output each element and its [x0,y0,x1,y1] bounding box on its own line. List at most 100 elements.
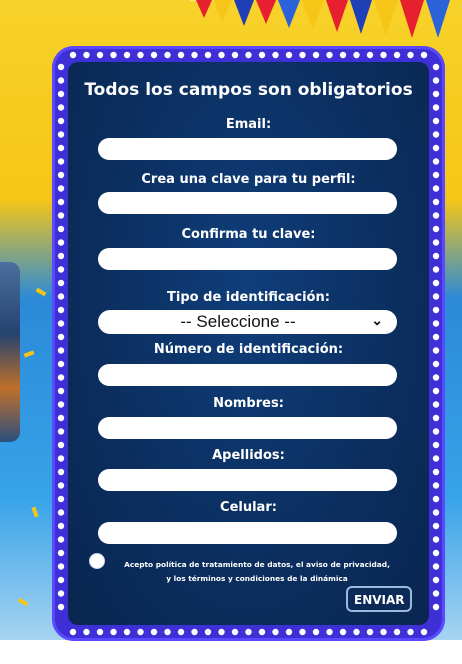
marquee-bulb [299,51,306,59]
marquee-bulb [191,51,198,59]
marquee-bulb [432,428,440,435]
marquee-bulb [57,131,65,138]
marquee-bulb [57,333,65,341]
marquee-bulb [57,117,65,125]
form-title: Todos los campos son obligatorios [84,80,413,100]
marquee-bulb [218,628,225,636]
marquee-bulb [312,51,320,59]
consent-text-line1: Acepto política de tratamiento de datos,… [124,560,390,569]
id-type-select[interactable]: -- Seleccione -- ⌄ [98,310,397,334]
consent-radio[interactable] [89,553,105,569]
marquee-bulb [420,628,428,636]
marquee-bulb [57,590,65,597]
marquee-bulb [393,628,401,636]
marquee-bulb [57,279,65,287]
marquee-bulb [57,441,65,449]
marquee-bulb [218,51,225,59]
submit-button[interactable]: ENVIAR [346,586,412,612]
marquee-bulb [432,603,440,611]
marquee-bulb [432,252,440,260]
marquee-bulb [432,414,440,422]
marquee-bulb [57,414,65,422]
marquee-bulb [432,563,440,570]
marquee-bulb [432,131,440,138]
marquee-bulb [432,536,440,543]
phone-field[interactable] [98,522,397,544]
marquee-bulb [432,320,440,327]
marquee-bulb [326,628,333,636]
marquee-bulb [137,628,144,636]
id-type-selected-value: -- Seleccione -- [180,312,296,331]
marquee-bulb [57,455,65,462]
marquee-bulb [272,628,279,636]
confirm-password-field[interactable] [98,248,397,270]
marquee-bulb [380,51,387,59]
last-names-field[interactable] [98,469,397,491]
marquee-bulb [432,468,440,476]
marquee-bulb [231,628,239,636]
marquee-bulb [57,185,65,192]
marquee-bulb [432,482,440,489]
marquee-bulb [432,455,440,462]
marquee-bulb [164,51,171,59]
password-label: Crea una clave para tu perfil: [141,172,356,187]
marquee-bulb [57,360,65,368]
marquee-bulb [432,590,440,597]
side-decoration-image [0,262,20,442]
marquee-bulb [83,51,90,59]
marquee-bulb [420,51,428,59]
marquee-bulb [432,104,440,111]
marquee-bulb [258,51,266,59]
email-field[interactable] [98,138,397,160]
marquee-bulb [191,628,198,636]
marquee-bulb [57,563,65,570]
consent-text: Acepto política de tratamiento de datos,… [112,558,402,586]
marquee-bulb [57,549,65,557]
marquee-bulb [204,628,212,636]
consent-text-line2: y los términos y condiciones de la dinám… [166,574,348,583]
marquee-bulb [57,347,65,354]
marquee-bulb [432,198,440,206]
marquee-bulb [57,212,65,219]
marquee-bulb [380,628,387,636]
marquee-bulb [432,212,440,219]
marquee-bulb [312,628,320,636]
last-names-label: Apellidos: [212,448,285,463]
marquee-bulb [69,51,77,59]
id-number-label: Número de identificación: [153,342,344,357]
marquee-bulb [57,509,65,516]
password-field[interactable] [98,192,397,214]
marquee-bulb [150,628,158,636]
marquee-bulb [432,387,440,395]
marquee-bulb [57,144,65,152]
marquee-bulb [57,77,65,84]
marquee-bulb [57,171,65,179]
marquee-bulb [57,387,65,395]
phone-label: Celular: [220,500,277,515]
marquee-bulb [150,51,158,59]
marquee-bulb [272,51,279,59]
marquee-bulb [57,401,65,408]
marquee-bulb [353,628,360,636]
marquee-bulb [432,279,440,287]
confirm-password-label: Confirma tu clave: [181,227,316,242]
marquee-bulb [96,51,104,59]
marquee-bulb [57,239,65,246]
first-names-field[interactable] [98,417,397,439]
marquee-bulb [164,628,171,636]
marquee-bulb [57,306,65,314]
marquee-bulb [110,51,117,59]
marquee-bulb [339,628,347,636]
marquee-bulb [57,428,65,435]
marquee-bulb [231,51,239,59]
marquee-bulb [177,51,185,59]
first-names-label: Nombres: [213,396,284,411]
marquee-bulb [285,628,293,636]
marquee-bulb [245,628,252,636]
marquee-bulb [432,266,440,273]
marquee-bulb [432,509,440,516]
marquee-bulb [432,374,440,381]
marquee-bulb [258,628,266,636]
marquee-bulb [407,628,414,636]
id-number-field[interactable] [98,364,397,386]
